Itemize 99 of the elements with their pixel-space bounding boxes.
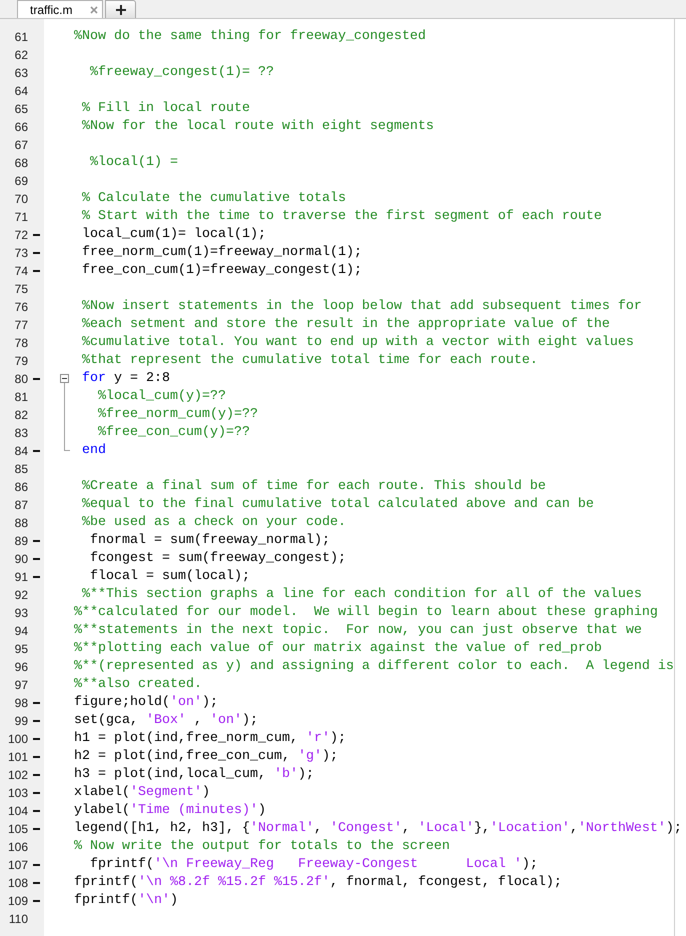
line-number: 104 (6, 804, 28, 818)
code-line: %cumulative total. You want to end up with a vector with eight values (82, 334, 634, 352)
code-line: %**also created. (74, 676, 202, 694)
line-number: 100 (6, 732, 28, 746)
line-number: 86 (14, 480, 28, 494)
line-number: 82 (14, 408, 28, 422)
code-line: legend([h1, h2, h3], {'Normal', 'Congest', 'Local'},'Location','NorthWest'); (74, 820, 682, 838)
code-line: % Start with the time to traverse the first segment of each route (82, 208, 602, 226)
code-line: for y = 2:8 (82, 370, 170, 388)
line-number: 105 (6, 822, 28, 836)
file-tab[interactable]: traffic.m (17, 0, 103, 18)
code-line: % Now write the output for totals to the screen (74, 838, 450, 856)
line-number: 83 (14, 426, 28, 440)
close-icon[interactable] (90, 6, 98, 14)
code-line: local_cum(1)= local(1); (82, 226, 266, 244)
line-number: 88 (14, 516, 28, 530)
code-line: %Create a final sum of time for each route. This should be (82, 478, 546, 496)
collapse-icon[interactable] (60, 374, 69, 383)
line-number: 110 (8, 912, 28, 926)
line-number: 89 (14, 534, 28, 548)
line-number: 74 (14, 264, 28, 278)
line-number: 62 (14, 48, 28, 62)
line-number: 84 (14, 444, 28, 458)
line-number: 79 (14, 354, 28, 368)
code-line: %local(1) = (90, 154, 178, 172)
line-number: 95 (14, 642, 28, 656)
code-line: fcongest = sum(freeway_congest); (90, 550, 346, 568)
new-tab-button[interactable] (105, 0, 136, 18)
code-line: flocal = sum(local); (90, 568, 250, 586)
line-number: 72 (14, 228, 28, 242)
code-line: set(gca, 'Box' , 'on'); (74, 712, 258, 730)
code-line: %Now insert statements in the loop below that add subsequent times for (82, 298, 642, 316)
code-line: %Now do the same thing for freeway_congested (74, 28, 426, 46)
line-number: 80 (14, 372, 28, 386)
line-number: 103 (6, 786, 28, 800)
line-number: 73 (14, 246, 28, 260)
line-number: 85 (14, 462, 28, 476)
line-number: 81 (14, 390, 28, 404)
line-number: 91 (14, 570, 28, 584)
code-line: ylabel('Time (minutes)') (74, 802, 266, 820)
code-line: %equal to the final cumulative total calculated above and can be (82, 496, 594, 514)
line-number: 71 (14, 210, 28, 224)
line-number: 66 (14, 120, 28, 134)
code-line: xlabel('Segment') (74, 784, 210, 802)
code-line: %free_norm_cum(y)=?? (98, 406, 258, 424)
line-number: 99 (14, 714, 28, 728)
line-number: 92 (14, 588, 28, 602)
code-line: end (82, 442, 106, 460)
code-line: % Fill in local route (82, 100, 250, 118)
line-number: 68 (14, 156, 28, 170)
line-number: 64 (14, 84, 28, 98)
fold-guide-line (64, 383, 70, 451)
code-line: free_norm_cum(1)=freeway_normal(1); (82, 244, 362, 262)
line-number: 108 (6, 876, 28, 890)
code-line: %that represent the cumulative total time for each route. (82, 352, 538, 370)
code-line: %**calculated for our model. We will begin to learn about these graphing (74, 604, 658, 622)
line-number: 94 (14, 624, 28, 638)
code-line: %local_cum(y)=?? (98, 388, 226, 406)
line-number: 98 (14, 696, 28, 710)
code-line: %**(represented as y) and assigning a different color to each. A legend is (74, 658, 674, 676)
code-line: %**plotting each value of our matrix against the value of red_prob (74, 640, 602, 658)
line-number: 102 (6, 768, 28, 782)
line-number: 109 (6, 894, 28, 908)
line-number: 101 (6, 750, 28, 764)
line-number: 65 (14, 102, 28, 116)
code-line: %Now for the local route with eight segments (82, 118, 434, 136)
code-line: h3 = plot(ind,local_cum, 'b'); (74, 766, 314, 784)
line-number: 96 (14, 660, 28, 674)
line-number: 61 (14, 30, 28, 44)
code-line: h1 = plot(ind,free_norm_cum, 'r'); (74, 730, 346, 748)
line-number: 75 (14, 282, 28, 296)
code-line: %free_con_cum(y)=?? (98, 424, 250, 442)
code-line: %be used as a check on your code. (82, 514, 346, 532)
code-line: figure;hold('on'); (74, 694, 218, 712)
plus-icon (116, 4, 126, 14)
line-number: 76 (14, 300, 28, 314)
line-number: 87 (14, 498, 28, 512)
line-number: 106 (6, 840, 28, 854)
code-line: fprintf('\n Freeway_Reg Freeway-Congest Local '); (90, 856, 538, 874)
code-line: %each setment and store the result in the appropriate value of the (82, 316, 610, 334)
code-line: fprintf('\n %8.2f %15.2f %15.2f', fnormal, fcongest, flocal); (74, 874, 562, 892)
line-number: 70 (14, 192, 28, 206)
code-line: h2 = plot(ind,free_con_cum, 'g'); (74, 748, 338, 766)
line-number: 69 (14, 174, 28, 188)
line-number: 63 (14, 66, 28, 80)
code-line: fprintf('\n') (74, 892, 178, 910)
line-number: 97 (14, 678, 28, 692)
code-line: % Calculate the cumulative totals (82, 190, 346, 208)
line-number: 93 (14, 606, 28, 620)
code-line: free_con_cum(1)=freeway_congest(1); (82, 262, 362, 280)
line-number: 78 (14, 336, 28, 350)
line-number: 90 (14, 552, 28, 566)
code-line: %freeway_congest(1)= ?? (90, 64, 274, 82)
line-number: 107 (6, 858, 28, 872)
line-number: 67 (14, 138, 28, 152)
code-line: %**statements in the next topic. For now, you can just observe that we (74, 622, 642, 640)
code-line: %**This section graphs a line for each condition for all of the values (82, 586, 642, 604)
line-number: 77 (14, 318, 28, 332)
code-line: fnormal = sum(freeway_normal); (90, 532, 330, 550)
